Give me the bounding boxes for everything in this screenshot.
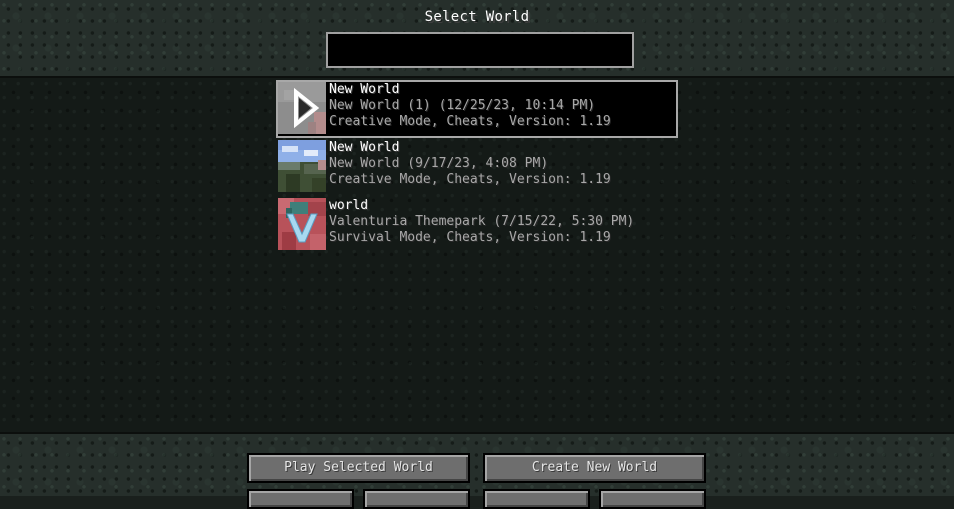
page-title: Select World [424,9,530,25]
world-name: New World [329,140,400,155]
world-thumbnail[interactable] [278,140,326,192]
world-folder-date: Valenturia Themepark (7/15/22, 5:30 PM) [329,214,635,229]
play-selected-world-button[interactable]: Play Selected World [247,453,470,483]
world-details: Survival Mode, Cheats, Version: 1.19 [329,230,611,245]
footer-background [0,432,954,496]
world-name: world [329,198,369,213]
world-thumbnail[interactable] [278,82,326,134]
v-logo-thumbnail [278,198,326,250]
play-arrow-icon[interactable] [278,82,326,134]
world-details: Creative Mode, Cheats, Version: 1.19 [329,114,611,129]
world-entry[interactable]: New World New World (9/17/23, 4:08 PM) C… [276,138,678,196]
edit-button[interactable] [247,489,354,509]
world-name: New World [329,82,400,97]
recreate-button[interactable] [483,489,590,509]
landscape-thumbnail [278,140,326,192]
delete-button[interactable] [363,489,470,509]
create-new-world-button[interactable]: Create New World [483,453,706,483]
world-folder-date: New World (1) (12/25/23, 10:14 PM) [329,98,596,113]
world-details: Creative Mode, Cheats, Version: 1.19 [329,172,611,187]
world-thumbnail[interactable] [278,198,326,250]
world-folder-date: New World (9/17/23, 4:08 PM) [329,156,549,171]
search-input[interactable] [326,32,634,68]
world-list[interactable]: New World New World (1) (12/25/23, 10:14… [276,80,678,254]
cancel-button[interactable] [599,489,706,509]
world-entry[interactable]: world Valenturia Themepark (7/15/22, 5:3… [276,196,678,254]
world-entry[interactable]: New World New World (1) (12/25/23, 10:14… [276,80,678,138]
